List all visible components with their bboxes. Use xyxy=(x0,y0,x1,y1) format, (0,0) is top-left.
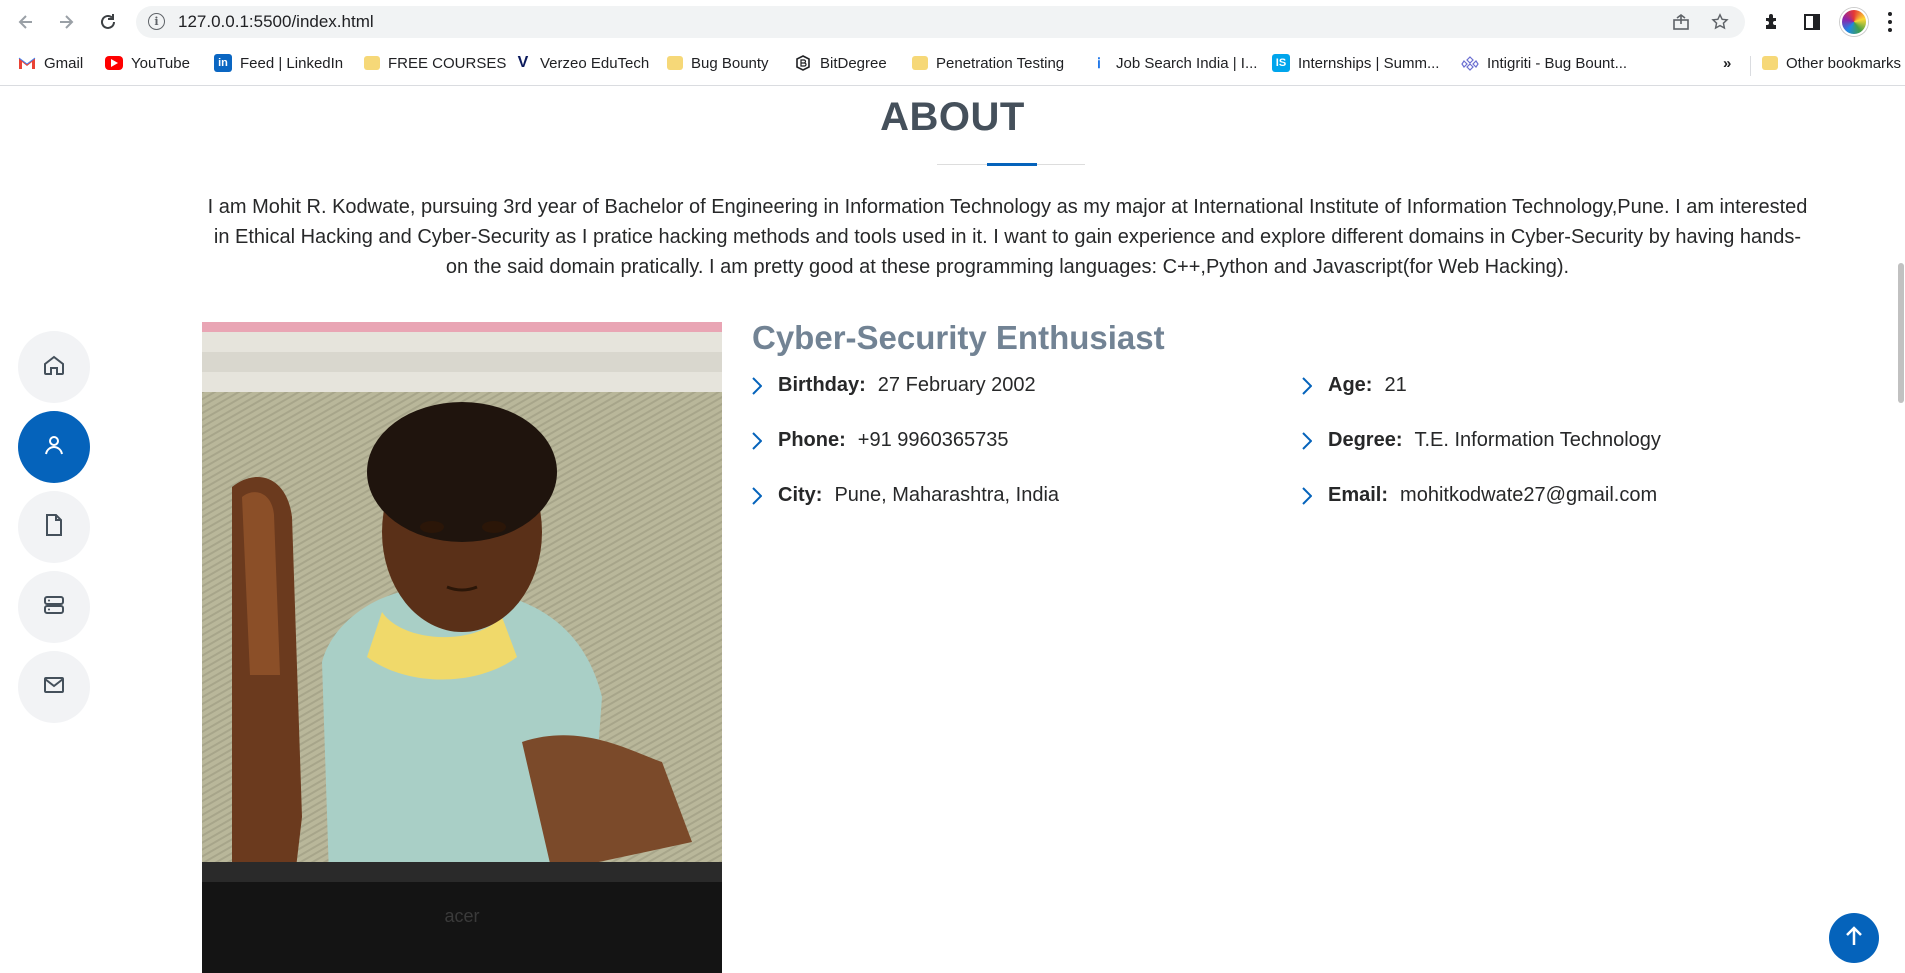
bookmark-verzeo[interactable]: V Verzeo EduTech xyxy=(514,52,650,74)
bookmark-gmail[interactable]: Gmail xyxy=(18,52,83,74)
folder-icon xyxy=(1762,56,1778,70)
detail-city: City: Pune, Maharashtra, India xyxy=(752,484,1059,507)
bookmark-label: BitDegree xyxy=(820,54,887,72)
page-scrollbar[interactable] xyxy=(1897,87,1905,973)
gmail-icon xyxy=(18,54,36,72)
side-panel-icon[interactable] xyxy=(1800,10,1824,34)
bookmark-label: Intigriti - Bug Bount... xyxy=(1487,54,1628,72)
bookmark-label: Feed | LinkedIn xyxy=(240,54,344,72)
linkedin-icon: in xyxy=(214,54,232,72)
user-icon xyxy=(42,433,66,461)
browser-chrome: i 127.0.0.1:5500/index.html Gmail YouTub… xyxy=(0,0,1905,86)
bookmark-label: FREE COURSES xyxy=(388,54,507,72)
chevron-right-icon xyxy=(752,486,766,506)
address-bar[interactable]: i 127.0.0.1:5500/index.html xyxy=(136,6,1745,38)
detail-phone: Phone: +91 9960365735 xyxy=(752,429,1009,452)
detail-label: Degree: xyxy=(1328,429,1403,451)
jobsearch-icon: ⅰ xyxy=(1097,54,1101,71)
youtube-icon xyxy=(105,56,123,70)
bookmark-label: Job Search India | I... xyxy=(1116,54,1258,72)
bookmark-label: Gmail xyxy=(44,54,84,72)
detail-value: +91 9960365735 xyxy=(857,429,1009,451)
nav-resume[interactable] xyxy=(18,491,90,563)
share-icon[interactable] xyxy=(1671,12,1691,32)
chevron-right-icon xyxy=(752,431,766,451)
nav-home[interactable] xyxy=(18,331,90,403)
detail-label: Email: xyxy=(1328,484,1389,506)
detail-value: mohitkodwate27@gmail.com xyxy=(1400,484,1658,506)
internshala-icon: IS xyxy=(1272,54,1290,72)
bookmark-linkedin[interactable]: in Feed | LinkedIn xyxy=(214,52,343,74)
chevron-right-icon xyxy=(1302,431,1316,451)
browser-toolbar: i 127.0.0.1:5500/index.html xyxy=(0,0,1905,44)
detail-value: T.E. Information Technology xyxy=(1414,429,1661,451)
chevron-right-icon xyxy=(1302,376,1316,396)
bookmarks-bar: Gmail YouTube in Feed | LinkedIn FREE CO… xyxy=(0,46,1905,80)
forward-arrow-icon[interactable] xyxy=(54,10,78,34)
home-icon xyxy=(42,353,66,381)
intigriti-icon xyxy=(1461,54,1479,72)
chevron-right-icon xyxy=(752,376,766,396)
bookmark-label: Verzeo EduTech xyxy=(540,54,650,72)
bookmark-penetration-testing[interactable]: Penetration Testing xyxy=(912,52,1064,74)
more-menu-icon[interactable] xyxy=(1888,12,1892,32)
back-to-top-button[interactable] xyxy=(1829,913,1879,963)
bookmark-label: Internships | Summ... xyxy=(1298,54,1440,72)
page-content: ABOUT I am Mohit R. Kodwate, pursuing 3r… xyxy=(0,87,1905,973)
star-icon[interactable] xyxy=(1710,12,1730,32)
bookmark-bug-bounty[interactable]: Bug Bounty xyxy=(667,52,769,74)
bookmark-other[interactable]: Other bookmarks xyxy=(1762,52,1901,74)
detail-value: 27 February 2002 xyxy=(877,374,1036,396)
bookmark-bitdegree[interactable]: BitDegree xyxy=(794,52,887,74)
url-text[interactable]: 127.0.0.1:5500/index.html xyxy=(178,12,374,32)
envelope-icon xyxy=(42,673,66,701)
bookmark-job-search[interactable]: ⅰ Job Search India | I... xyxy=(1090,52,1257,74)
bookmark-label: Other bookmarks xyxy=(1786,54,1902,72)
profile-photo: acer xyxy=(202,322,722,973)
detail-label: Age: xyxy=(1328,374,1373,396)
arrow-up-icon xyxy=(1844,925,1864,951)
nav-about[interactable] xyxy=(18,411,90,483)
detail-label: City: xyxy=(778,484,823,506)
detail-label: Phone: xyxy=(778,429,846,451)
section-title: ABOUT xyxy=(880,95,1025,139)
detail-birthday: Birthday: 27 February 2002 xyxy=(752,374,1036,397)
bookmarks-divider xyxy=(1750,56,1751,76)
reload-icon[interactable] xyxy=(96,10,120,34)
profile-avatar[interactable] xyxy=(1840,8,1868,36)
bookmark-label: Penetration Testing xyxy=(936,54,1065,72)
folder-icon xyxy=(667,56,683,70)
detail-degree: Degree: T.E. Information Technology xyxy=(1302,429,1661,452)
folder-icon xyxy=(912,56,928,70)
role-heading: Cyber-Security Enthusiast xyxy=(752,319,1165,356)
nav-contact[interactable] xyxy=(18,651,90,723)
bookmark-internships[interactable]: IS Internships | Summ... xyxy=(1272,52,1439,74)
verzeo-icon: V xyxy=(517,54,529,71)
chevron-right-icon xyxy=(1302,486,1316,506)
extensions-icon[interactable] xyxy=(1760,10,1784,34)
detail-age: Age: 21 xyxy=(1302,374,1407,397)
bookmark-free-courses[interactable]: FREE COURSES xyxy=(364,52,506,74)
server-icon xyxy=(42,593,66,621)
detail-value: 21 xyxy=(1384,374,1407,396)
bookmarks-overflow-button[interactable]: » xyxy=(1723,52,1731,74)
scrollbar-thumb[interactable] xyxy=(1898,263,1904,403)
folder-icon xyxy=(364,56,380,70)
svg-text:acer: acer xyxy=(444,906,479,926)
nav-services[interactable] xyxy=(18,571,90,643)
bookmark-label: YouTube xyxy=(131,54,190,72)
file-icon xyxy=(43,513,65,541)
site-info-icon[interactable]: i xyxy=(148,13,165,30)
bookmark-intigriti[interactable]: Intigriti - Bug Bount... xyxy=(1461,52,1627,74)
title-accent-bar xyxy=(987,163,1037,166)
bookmark-label: Bug Bounty xyxy=(691,54,769,72)
about-description: I am Mohit R. Kodwate, pursuing 3rd year… xyxy=(207,196,1808,278)
bookmark-youtube[interactable]: YouTube xyxy=(105,52,190,74)
detail-email: Email: mohitkodwate27@gmail.com xyxy=(1302,484,1657,507)
back-arrow-icon[interactable] xyxy=(14,10,38,34)
bitdegree-icon xyxy=(794,54,812,72)
detail-value: Pune, Maharashtra, India xyxy=(834,484,1060,506)
detail-label: Birthday: xyxy=(778,374,866,396)
